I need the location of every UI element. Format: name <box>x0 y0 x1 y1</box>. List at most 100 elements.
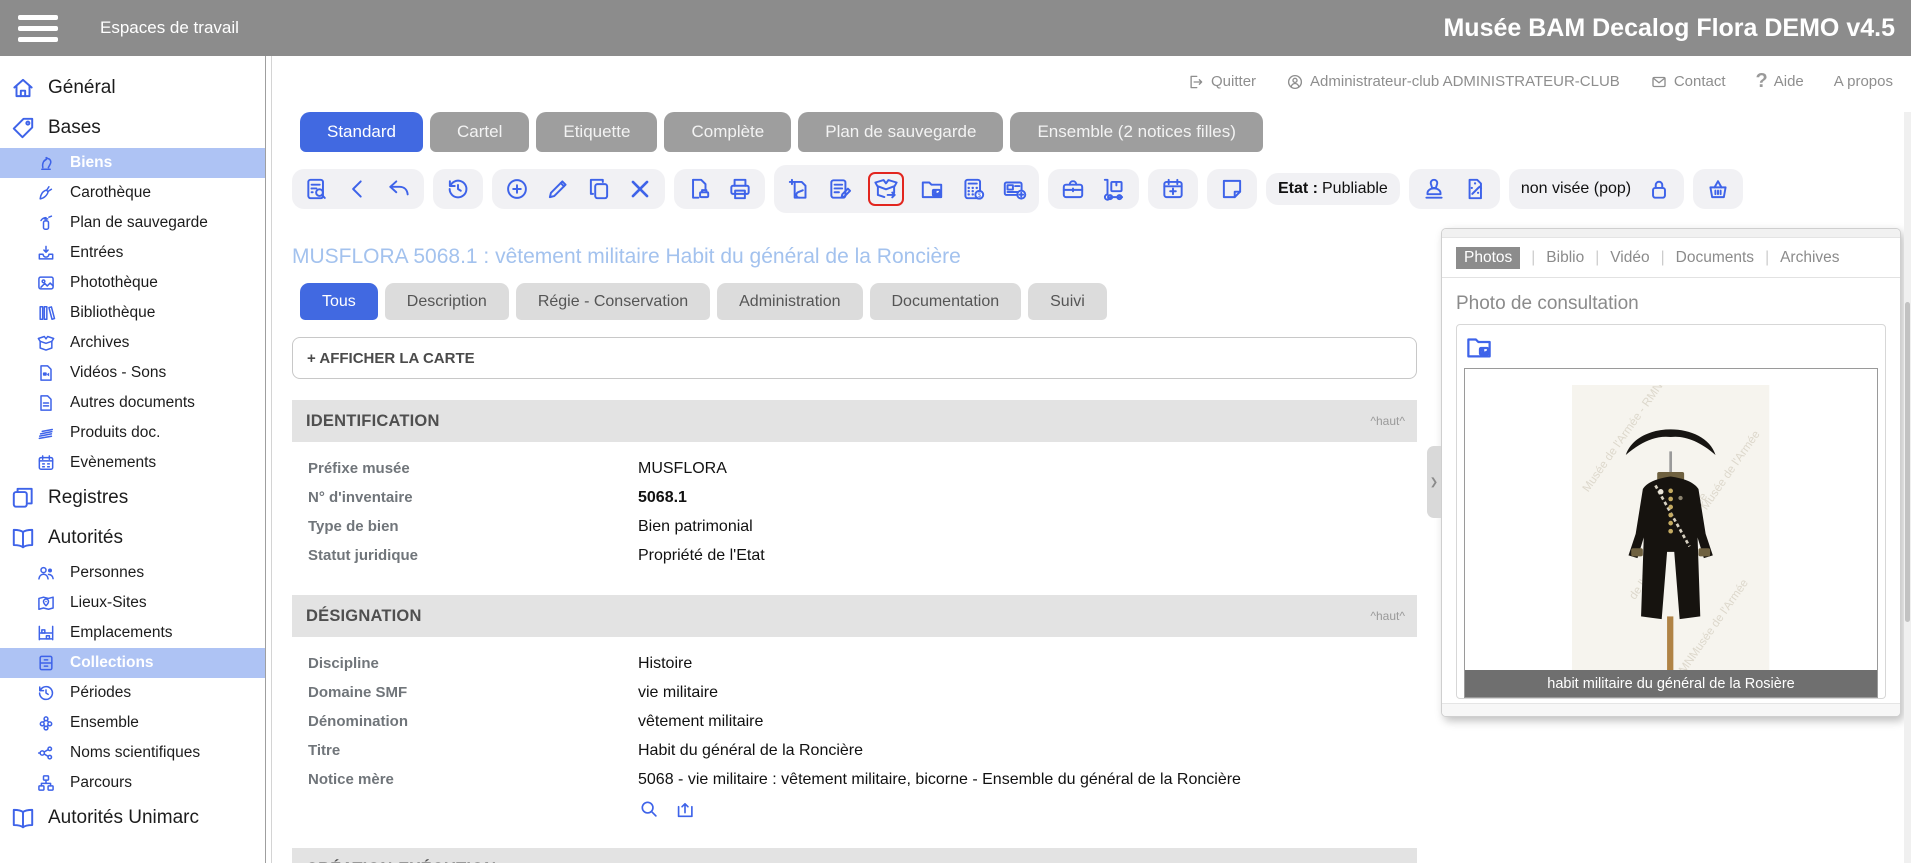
regie-button[interactable] <box>1060 176 1086 202</box>
sidebar-item-parcours[interactable]: Parcours <box>0 768 265 798</box>
briefcase-icon <box>1060 176 1086 202</box>
sidebar-item-emplacements[interactable]: Emplacements <box>0 618 265 648</box>
tab-documentation[interactable]: Documentation <box>870 283 1022 320</box>
workspace-label[interactable]: Espaces de travail <box>100 18 239 38</box>
sidebar-item-archives[interactable]: Archives <box>0 328 265 358</box>
current-user[interactable]: Administrateur-club ADMINISTRATEUR-CLUB <box>1286 73 1620 91</box>
military-uniform-image: Musée de l'Armée - RMN de l'Armée - RMNM… <box>1572 385 1769 681</box>
document-print-icon <box>686 176 712 202</box>
view-tab-plan-de-sauvegarde[interactable]: Plan de sauvegarde <box>798 112 1003 152</box>
show-map-toggle[interactable]: + AFFICHER LA CARTE <box>292 337 1417 379</box>
consultation-photo[interactable]: Musée de l'Armée - RMN de l'Armée - RMNM… <box>1464 368 1878 698</box>
sidebar-item-lieux-sites[interactable]: Lieux-Sites <box>0 588 265 618</box>
sidebar-item-registres[interactable]: Registres <box>0 478 265 518</box>
main-content: Standard Cartel Etiquette Complète Plan … <box>272 56 1429 863</box>
tab-administration[interactable]: Administration <box>717 283 862 320</box>
sidebar-item-autorites[interactable]: Autorités <box>0 518 265 558</box>
sidebar-item-plan-de-sauvegarde[interactable]: Plan de sauvegarde <box>0 208 265 238</box>
sidebar-item-personnes[interactable]: Personnes <box>0 558 265 588</box>
movement-box-button[interactable] <box>873 176 899 202</box>
chess-knight-icon <box>36 153 56 173</box>
valuation-button[interactable] <box>960 176 986 202</box>
print-preview-button[interactable] <box>686 176 712 202</box>
delete-record-button[interactable] <box>627 176 653 202</box>
view-tab-complete[interactable]: Complète <box>664 112 791 152</box>
sidebar-item-produits-doc[interactable]: Produits doc. <box>0 418 265 448</box>
field-row: Préfixe muséeMUSFLORA <box>308 454 1417 483</box>
copy-icon <box>586 176 612 202</box>
media-tab-photos[interactable]: Photos <box>1456 247 1520 269</box>
history-icon <box>36 683 56 703</box>
people-icon <box>36 563 56 583</box>
search-notice-button[interactable] <box>638 798 660 820</box>
search-list-button[interactable] <box>304 176 330 202</box>
record-toolbar: Etat :Publiable non visée (pop) <box>292 165 1417 213</box>
books-icon <box>36 303 56 323</box>
view-tab-cartel[interactable]: Cartel <box>430 112 529 152</box>
form-edit-button[interactable] <box>827 176 853 202</box>
help-link[interactable]: ? Aide <box>1756 70 1804 93</box>
open-notice-button[interactable] <box>674 798 696 820</box>
sidebar-item-general[interactable]: Général <box>0 68 265 108</box>
tab-regie-conservation[interactable]: Régie - Conservation <box>516 283 710 320</box>
attach-document-button[interactable] <box>786 176 812 202</box>
cluster-icon <box>36 713 56 733</box>
scroll-top-link[interactable]: ^haut^ <box>1370 414 1405 428</box>
sidebar-item-bases[interactable]: Bases <box>0 108 265 148</box>
transport-button[interactable] <box>1101 176 1127 202</box>
sidebar-item-ensemble[interactable]: Ensemble <box>0 708 265 738</box>
tab-tous[interactable]: Tous <box>300 283 378 320</box>
sidebar-item-autres-documents[interactable]: Autres documents <box>0 388 265 418</box>
open-book-icon <box>10 805 36 831</box>
sidebar-item-bibliotheque[interactable]: Bibliothèque <box>0 298 265 328</box>
calculator-money-icon <box>960 176 986 202</box>
media-tab-documents[interactable]: Documents <box>1676 249 1754 267</box>
hamburger-menu-icon[interactable] <box>18 15 58 42</box>
sidebar-item-periodes[interactable]: Périodes <box>0 678 265 708</box>
history-button[interactable] <box>445 176 471 202</box>
contact-link[interactable]: Contact <box>1650 73 1726 91</box>
sidebar-item-autorites-unimarc[interactable]: Autorités Unimarc <box>0 798 265 838</box>
sidebar-item-noms-scientifiques[interactable]: Noms scientifiques <box>0 738 265 768</box>
sidebar-item-videos-sons[interactable]: Vidéos - Sons <box>0 358 265 388</box>
print-button[interactable] <box>727 176 753 202</box>
view-tabs: Standard Cartel Etiquette Complète Plan … <box>300 112 1417 152</box>
printer-icon <box>727 176 753 202</box>
quit-button[interactable]: Quitter <box>1187 73 1256 91</box>
sidebar-item-collections[interactable]: Collections <box>0 648 265 678</box>
page-scrollbar[interactable] <box>1904 112 1911 863</box>
tab-suivi[interactable]: Suivi <box>1028 283 1107 320</box>
add-record-button[interactable] <box>504 176 530 202</box>
user-circle-icon <box>1286 73 1304 91</box>
view-tab-etiquette[interactable]: Etiquette <box>536 112 657 152</box>
open-box-arrow-icon <box>873 176 899 202</box>
about-link[interactable]: A propos <box>1834 73 1893 90</box>
section-header-designation: DÉSIGNATION ^haut^ <box>292 595 1417 637</box>
sidebar-item-carotheque[interactable]: Carothèque <box>0 178 265 208</box>
scroll-top-link[interactable]: ^haut^ <box>1370 609 1405 623</box>
new-card-button[interactable] <box>1001 176 1027 202</box>
tab-description[interactable]: Description <box>385 283 509 320</box>
page-scrollbar-thumb[interactable] <box>1905 302 1910 622</box>
sidebar-item-biens[interactable]: Biens <box>0 148 265 178</box>
back-button[interactable] <box>386 176 412 202</box>
media-tab-archives[interactable]: Archives <box>1780 249 1839 267</box>
previous-record-button[interactable] <box>345 176 371 202</box>
folder-media-button[interactable] <box>919 176 945 202</box>
view-tab-standard[interactable]: Standard <box>300 112 423 152</box>
media-tab-video[interactable]: Vidéo <box>1610 249 1649 267</box>
panel-collapse-handle[interactable]: ❯ <box>1427 446 1441 518</box>
sidebar-item-entrees[interactable]: Entrées <box>0 238 265 268</box>
duplicate-record-button[interactable] <box>586 176 612 202</box>
media-tab-biblio[interactable]: Biblio <box>1546 249 1584 267</box>
sidebar-item-phototheque[interactable]: Photothèque <box>0 268 265 298</box>
open-media-folder-button[interactable] <box>1464 332 1494 362</box>
note-button[interactable] <box>1219 176 1245 202</box>
record-tabs: Tous Description Régie - Conservation Ad… <box>300 283 1417 320</box>
view-tab-ensemble[interactable]: Ensemble (2 notices filles) <box>1010 112 1262 152</box>
sidebar-item-evenements[interactable]: Evènements <box>0 448 265 478</box>
form-edit-icon <box>827 176 853 202</box>
add-event-button[interactable] <box>1160 176 1186 202</box>
edit-record-button[interactable] <box>545 176 571 202</box>
video-file-icon <box>36 363 56 383</box>
